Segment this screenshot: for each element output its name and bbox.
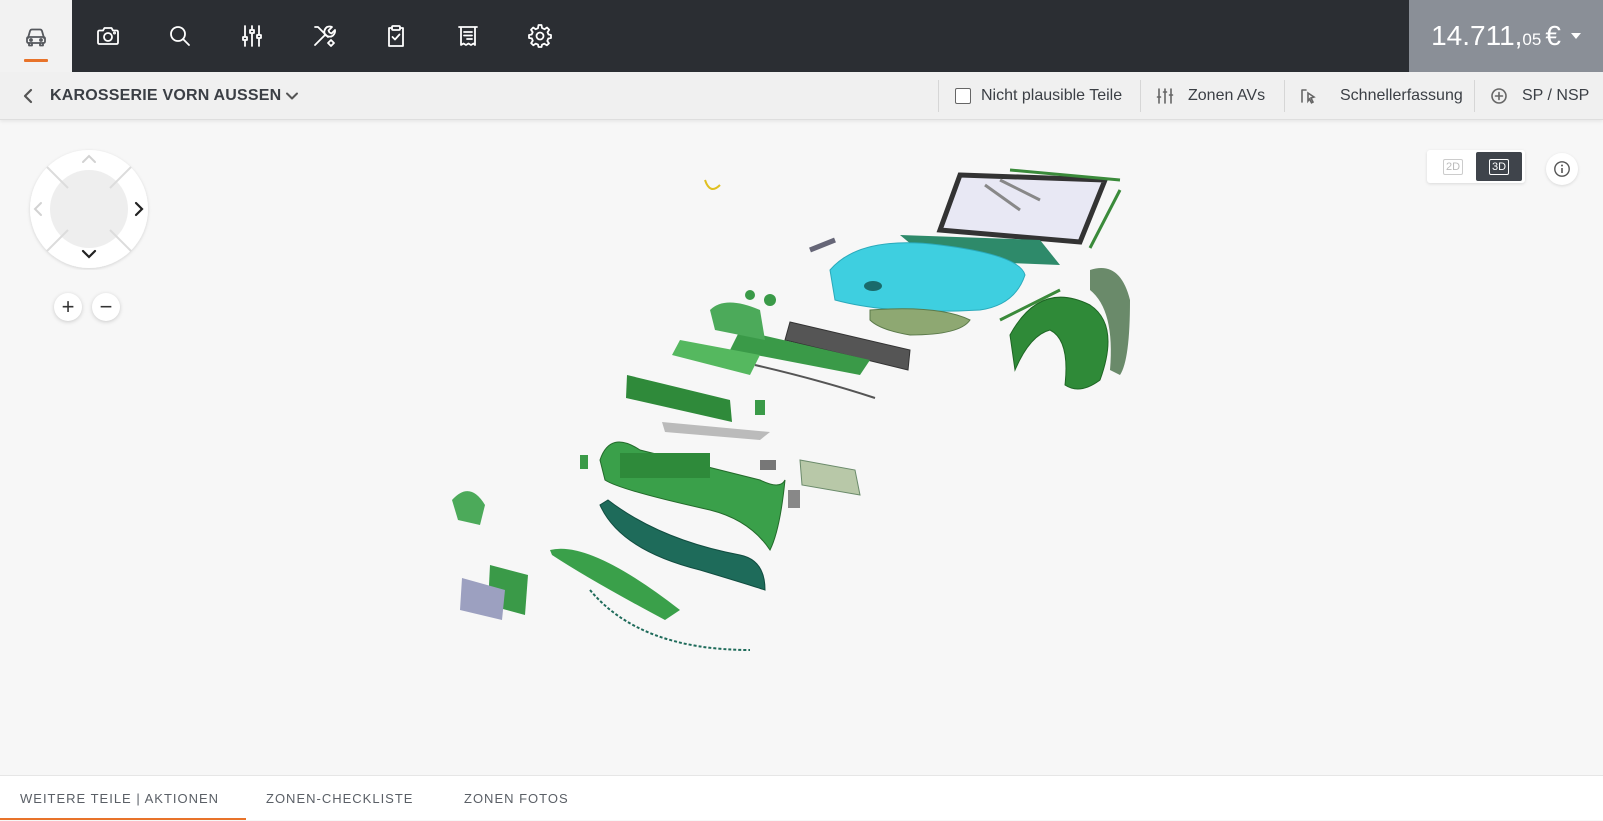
minus-icon: − [99,294,113,319]
top-nav-bar: 14.711, 05 € [0,0,1603,72]
tab-more-parts-actions[interactable]: WEITERE TEILE | AKTIONEN [0,776,246,821]
grille[interactable] [799,459,861,496]
quick-capture-button[interactable]: Schnellerfassung [1300,80,1463,112]
quick-capture-label: Schnellerfassung [1340,87,1463,104]
bumper-absorber[interactable] [626,375,770,440]
nav-search-button[interactable] [144,0,216,72]
gear-icon [528,24,552,48]
view-3d-button[interactable]: 3D [1476,152,1522,181]
zones-av-label: Zonen AVs [1188,87,1266,104]
fender-liner[interactable] [1009,268,1130,390]
divider [1140,80,1141,112]
bottom-tab-bar: WEITERE TEILE | AKTIONEN ZONEN-CHECKLIST… [0,775,1603,820]
cursor-select-icon [1301,89,1316,104]
tools-icon [314,25,336,47]
chevron-left-icon[interactable] [18,86,38,106]
price-currency: € [1545,20,1561,51]
zoom-in-button[interactable]: + [54,293,82,321]
sp-nsp-button[interactable]: SP / NSP [1490,80,1589,112]
fog-lamp[interactable] [452,491,485,525]
nav-vehicle-button[interactable] [0,0,72,72]
zones-av-button[interactable]: Zonen AVs [1156,80,1265,112]
divider [938,80,939,112]
camera-icon [97,27,119,45]
nav-photos-button[interactable] [72,0,144,72]
sliders-icon [242,25,262,47]
price-cents: 05 [1522,30,1542,49]
tab-zone-photos[interactable]: ZONEN FOTOS [464,776,569,821]
nav-repair-button[interactable] [288,0,360,72]
windshield[interactable] [936,172,1109,245]
view-mode-toggle: 2D 3D [1427,150,1525,183]
plus-circle-icon [1491,88,1507,104]
info-icon [1554,161,1570,177]
clipboard-check-icon [388,25,404,47]
implausible-parts-label: Nicht plausible Teile [981,87,1123,104]
nav-settings-sliders-button[interactable] [216,0,288,72]
price-main: 14.711, [1431,20,1523,51]
sliders-icon [1156,88,1174,104]
caret-down-icon [1570,33,1581,39]
info-button[interactable] [1546,153,1578,185]
implausible-parts-toggle[interactable]: Nicht plausible Teile [955,80,1122,112]
car-icon [26,28,46,47]
tab-zone-checklist[interactable]: ZONEN-CHECKLISTE [266,776,413,821]
nav-settings-button[interactable] [504,0,576,72]
view-2d-button[interactable]: 2D [1430,152,1476,181]
nav-checklist-button[interactable] [360,0,432,72]
license-plate-bracket[interactable] [460,565,528,620]
receipt-icon [458,26,478,46]
washer-hose[interactable] [704,179,721,190]
hood-insulation[interactable] [869,308,971,336]
implausible-parts-checkbox[interactable] [955,88,971,104]
divider [1474,80,1475,112]
sp-nsp-label: SP / NSP [1522,87,1590,104]
total-price-dropdown[interactable]: 14.711, 05 € [1409,0,1603,72]
zone-toolbar: KAROSSERIE VORN AUSSEN Nicht plausible T… [0,72,1603,120]
plus-icon: + [61,294,75,319]
chevron-down-icon[interactable] [284,88,300,104]
rotation-pad[interactable] [25,148,153,270]
search-icon [170,26,190,46]
divider [1284,80,1285,112]
exploded-parts-3d-view[interactable] [440,160,1170,680]
zoom-out-button[interactable]: − [92,293,120,321]
nav-invoice-button[interactable] [432,0,504,72]
zone-title[interactable]: KAROSSERIE VORN AUSSEN [50,87,281,105]
hood-strut[interactable] [809,237,836,253]
